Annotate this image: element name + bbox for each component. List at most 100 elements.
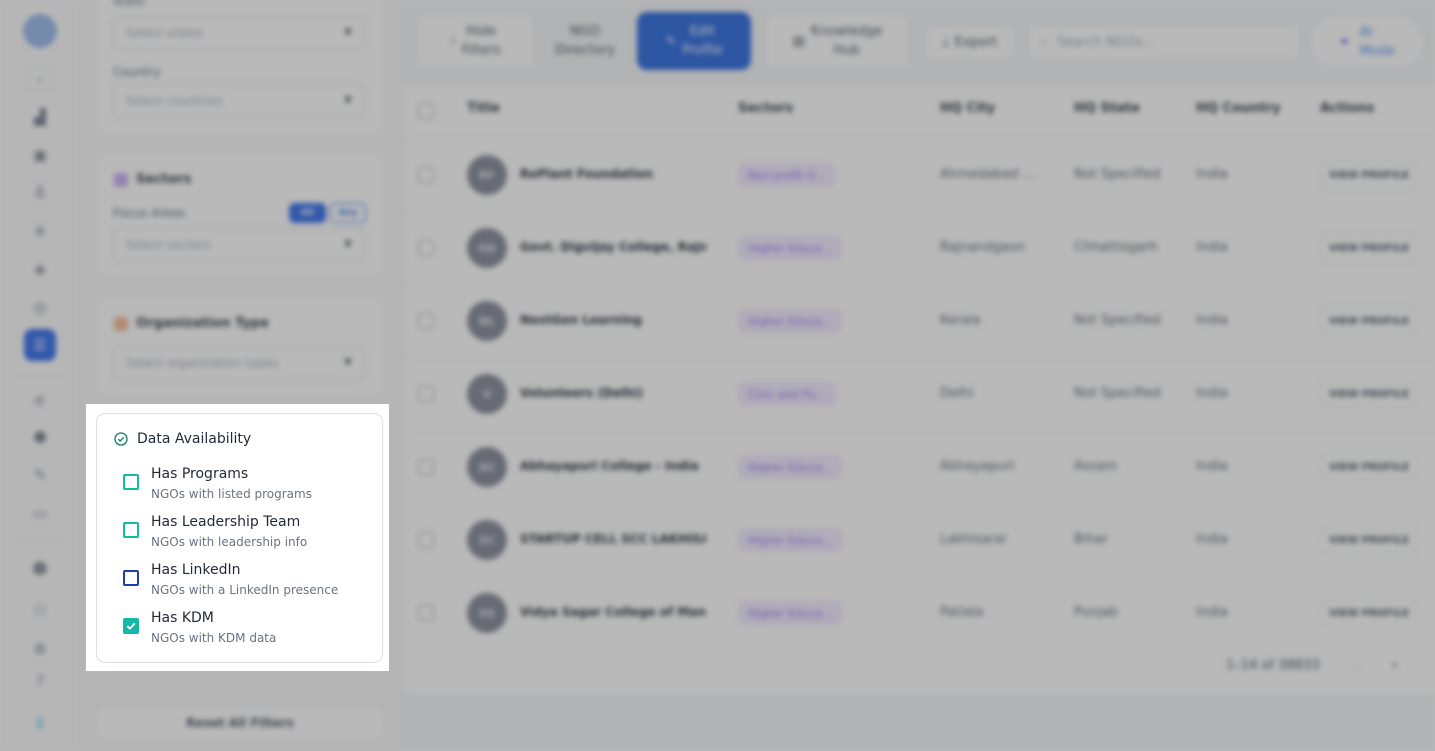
search-icon[interactable]: ⌕ [28,67,52,91]
org-type-title-text: Organization Type [136,316,269,331]
chart-icon[interactable]: ▟ [28,105,52,129]
focus-areas-label: Focus Areas [113,206,185,220]
hq-state: Bihar [1074,532,1109,547]
search-input[interactable]: ⌕ Search NGOs... [1027,24,1301,60]
row-divider [404,138,1435,139]
view-profile-button[interactable]: VIEW PROFILE [1320,599,1418,627]
info-icon[interactable]: ℹ [28,711,52,735]
col-hq-state[interactable]: HQ State [1074,101,1140,116]
users-icon[interactable]: ⚇ [28,599,52,623]
sectors-select[interactable]: Select sectors ▼ [113,228,365,262]
row-checkbox[interactable] [418,167,434,183]
option-checkbox[interactable] [123,522,139,538]
box-icon[interactable]: ⬢ [28,425,52,449]
hq-state: Chhattisgarh [1074,240,1158,255]
view-profile-button[interactable]: VIEW PROFILE [1320,526,1418,554]
org-type-select[interactable]: Select organization types ▼ [113,346,365,380]
option-label[interactable]: Has Leadership Team [151,514,300,530]
app-logo [23,14,57,48]
chevron-down-icon: ▼ [344,239,352,250]
option-checkbox[interactable] [123,474,139,490]
sectors-title-text: Sectors [136,172,192,187]
folder-icon[interactable]: ▭ [28,501,52,525]
export-button[interactable]: ⤓ Export [924,24,1016,60]
option-label[interactable]: Has LinkedIn [151,562,241,578]
ngo-name[interactable]: STARTUP CELL SCC LAKHISARAI [520,532,706,546]
row-checkbox[interactable] [418,605,434,621]
sector-badge: Higher Educa... [739,310,842,332]
ngo-directory-button[interactable]: NGO Directory [537,12,633,70]
option-description: NGOs with listed programs [151,487,312,501]
search-icon: ⌕ [1040,34,1048,50]
bulb-icon[interactable]: ♁ [28,181,52,205]
ngo-name[interactable]: Govt. Digvijay College, Rajnandg... [520,240,706,254]
sparkle-icon: ✦ [1338,34,1350,50]
option-checkbox[interactable] [123,618,139,634]
toggle-any[interactable]: Any [330,203,366,223]
edit-profile-button[interactable]: ✎ Edit Profile [637,12,751,70]
option-label[interactable]: Has Programs [151,466,248,482]
hq-country: India [1196,240,1228,255]
ngo-name[interactable]: Abhayapuri College - India [520,459,706,473]
hq-city: Kerala [940,313,981,328]
knowledge-hub-button[interactable]: ▤ Knowledge Hub [765,12,910,70]
state-select[interactable]: Select states ▼ [113,16,365,50]
option-checkbox[interactable] [123,570,139,586]
next-page-button[interactable]: › [1392,658,1397,673]
ngo-name[interactable]: NextGen Learning [520,313,706,327]
hq-state: Punjab [1074,605,1118,620]
list-icon[interactable]: ☰ [24,329,56,361]
view-profile-button[interactable]: VIEW PROFILE [1320,453,1418,481]
data-availability-title: Data Availability [114,431,251,447]
hide-filters-button[interactable]: ‹ Hide Filters [416,12,535,70]
country-select-placeholder: Select countries [126,94,223,108]
edit-icon[interactable]: ✎ [28,463,52,487]
ngo-name[interactable]: Vidya Sagar College of Manage... [520,605,706,619]
building-icon[interactable]: ▣ [28,143,52,167]
row-checkbox[interactable] [418,240,434,256]
hq-country: India [1196,313,1228,328]
view-profile-button[interactable]: VIEW PROFILE [1320,307,1418,335]
view-profile-button[interactable]: VIEW PROFILE [1320,161,1418,189]
avatar: VS [467,593,507,633]
col-hq-country[interactable]: HQ Country [1196,101,1281,116]
help-icon[interactable]: ? [28,669,52,693]
reset-filters-button[interactable]: Reset All Filters [96,705,384,741]
country-select[interactable]: Select countries ▼ [113,84,365,118]
ngo-name[interactable]: RePlant Foundation [520,167,706,181]
chevron-down-icon: ▼ [344,357,352,368]
row-checkbox[interactable] [418,532,434,548]
avatar: V [467,374,507,414]
view-profile-button[interactable]: VIEW PROFILE [1320,234,1418,262]
settings-icon[interactable]: ⚙ [28,637,52,661]
avatar: GD [467,228,507,268]
col-hq-city[interactable]: HQ City [940,101,995,116]
knowledge-hub-label: Knowledge Hub [810,24,883,58]
state-select-placeholder: Select states [126,26,204,40]
row-checkbox[interactable] [418,386,434,402]
prev-page-button[interactable]: ‹ [1354,658,1359,673]
row-checkbox[interactable] [418,313,434,329]
country-label: Country [113,65,161,79]
select-all-checkbox[interactable] [418,103,434,119]
ngo-name[interactable]: Volunteers (Delhi) [520,386,706,400]
row-divider [404,576,1435,577]
ai-mode-button[interactable]: ✦ AI Mode [1309,14,1425,70]
hq-state: Assam [1074,459,1118,474]
sector-badge: Higher Educa... [739,602,842,624]
option-label[interactable]: Has KDM [151,610,214,626]
network-icon[interactable]: ⋔ [28,219,52,243]
download-icon: ⤓ [942,34,949,50]
toggle-all[interactable]: All [289,203,326,223]
globe-icon[interactable]: ◎ [28,295,52,319]
graduation-icon[interactable]: ◈ [28,257,52,281]
view-profile-button[interactable]: VIEW PROFILE [1320,380,1418,408]
user-check-icon[interactable]: ☻ [28,557,52,581]
col-title[interactable]: Title [467,101,500,116]
avatar: AC [467,447,507,487]
col-sectors[interactable]: Sectors [738,101,793,116]
share-icon[interactable]: ⚟ [28,389,52,413]
chevron-down-icon: ▼ [344,27,352,38]
row-checkbox[interactable] [418,459,434,475]
search-placeholder: Search NGOs... [1057,34,1156,50]
